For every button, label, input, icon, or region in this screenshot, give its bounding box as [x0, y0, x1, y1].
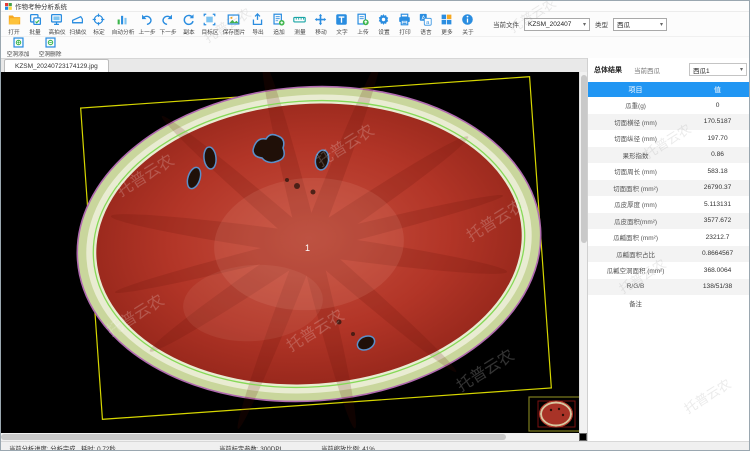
export-icon [251, 13, 264, 26]
more-icon [440, 13, 453, 26]
toolbar-button-cavity-delete[interactable]: 空洞删除 [37, 37, 63, 58]
toolbar-button-move[interactable]: 移动 [310, 13, 331, 36]
append-icon [272, 13, 285, 26]
result-row: 切面周长 (mm)583.18 [588, 163, 750, 180]
type-label: 类型 [595, 19, 608, 29]
toolbar-button-batch[interactable]: 批量 [25, 13, 46, 36]
horizontal-scrollbar[interactable] [1, 433, 579, 441]
results-table-header: 项目 值 [588, 82, 750, 97]
result-row: 瓜皮面积(mm²)3577.672 [588, 213, 750, 230]
toolbar-button-text[interactable]: 文字 [331, 13, 352, 36]
toolbar-button-prev-step[interactable]: 上一步 [136, 13, 157, 36]
redo-icon [161, 13, 174, 26]
language-icon: Aa [419, 13, 432, 26]
status-time: 耗时: 0.72秒 [81, 444, 116, 451]
toolbar-button-settings[interactable]: 设置 [373, 13, 394, 36]
result-row: 切面纵径 (mm)197.70 [588, 130, 750, 147]
chevron-down-icon: ▾ [660, 21, 663, 28]
main-toolbar: 打开批量高拍仪扫描仪标定自动分析上一步下一步副本目标区保存图片导出追加测量移动文… [1, 12, 750, 36]
result-row: 瓜皮厚度 (mm)5.113131 [588, 196, 750, 213]
scrollbar-corner [579, 433, 587, 441]
toolbar-button-about[interactable]: 关于 [457, 13, 478, 36]
panel-title: 总体结果 [594, 65, 622, 75]
melon-number-label: 1 [305, 243, 310, 253]
toolbar-button-append[interactable]: 追加 [268, 13, 289, 36]
result-row: 果形指数0.86 [588, 147, 750, 164]
main-toolbar-buttons: 打开批量高拍仪扫描仪标定自动分析上一步下一步副本目标区保存图片导出追加测量移动文… [4, 13, 478, 36]
results-panel-header: 总体结果 当前西瓜 西瓜1 ▾ [588, 62, 750, 78]
toolbar-button-export[interactable]: 导出 [247, 13, 268, 36]
horizontal-scrollbar-thumb[interactable] [1, 434, 506, 440]
toolbar-button-upload[interactable]: 上传 [352, 13, 373, 36]
title-bar: 作物考种分析系统 [1, 1, 750, 12]
toolbar-button-scanner[interactable]: 扫描仪 [67, 13, 88, 36]
results-table: 瓜重(g)0切面横径 (mm)170.5187切面纵径 (mm)197.70果形… [588, 97, 750, 312]
print-icon [398, 13, 411, 26]
toolbar-button-duplicate[interactable]: 副本 [178, 13, 199, 36]
result-row: R/G/B138/51/38 [588, 279, 750, 296]
doc-camera-icon [50, 13, 63, 26]
toolbar-button-more[interactable]: 更多 [436, 13, 457, 36]
status-progress: 当前分析进度: 分析完成 [9, 444, 75, 451]
result-row: 瓜瓤面积 (mm²)23212.7 [588, 229, 750, 246]
toolbar-button-cavity-add[interactable]: 空洞添加 [5, 37, 31, 58]
watermelon-analysis-view: 1 托普云农 托普云农 托普云农 托普云农 托普云农 托普云农 [1, 72, 579, 433]
text-icon [335, 13, 348, 26]
refresh-icon [182, 13, 195, 26]
image-canvas[interactable]: 1 托普云农 托普云农 托普云农 托普云农 托普云农 托普云农 [1, 72, 579, 433]
status-zoom: 当前缩放比例: 41% [321, 444, 375, 451]
toolbar-right-group: 当前文件 KZSM_202407 ▾ 类型 西瓜 ▾ [493, 12, 667, 36]
toolbar-button-print[interactable]: 打印 [394, 13, 415, 36]
tab-image-file[interactable]: KZSM_20240723174129.jpg [4, 59, 109, 73]
toolbar-button-measure[interactable]: 测量 [289, 13, 310, 36]
current-file-select[interactable]: KZSM_202407 ▾ [524, 18, 590, 31]
target-area-icon [203, 13, 216, 26]
folder-open-icon [8, 13, 21, 26]
toolbar-button-save-image[interactable]: 保存图片 [220, 13, 247, 36]
app-window: 作物考种分析系统 打开批量高拍仪扫描仪标定自动分析上一步下一步副本目标区保存图片… [0, 0, 750, 451]
toolbar-button-open[interactable]: 打开 [4, 13, 25, 36]
toolbar-button-target-area[interactable]: 目标区 [199, 13, 220, 36]
measure-icon [293, 13, 306, 26]
toolbar-button-calibration[interactable]: 标定 [88, 13, 109, 36]
batch-icon [29, 13, 42, 26]
toolbar-button-doc-camera[interactable]: 高拍仪 [46, 13, 67, 36]
result-row: 瓜瓤面积占比0.8664567 [588, 246, 750, 263]
upload-icon [356, 13, 369, 26]
cavity-delete-icon [45, 37, 56, 48]
scanner-icon [71, 13, 84, 26]
cavity-add-icon [13, 37, 24, 48]
chevron-down-icon: ▾ [740, 66, 743, 73]
current-file-label: 当前文件 [493, 19, 519, 29]
about-icon [461, 13, 474, 26]
result-row: 瓜瓤空洞面积 (mm²)368.0064 [588, 262, 750, 279]
app-icon [5, 3, 12, 10]
type-select[interactable]: 西瓜 ▾ [613, 18, 667, 31]
current-melon-select[interactable]: 西瓜1 ▾ [689, 63, 747, 76]
auto-analysis-icon [116, 13, 129, 26]
result-row: 切面面积 (mm²)26790.37 [588, 180, 750, 197]
chevron-down-icon: ▾ [583, 21, 586, 28]
save-image-icon [227, 13, 240, 26]
minimap[interactable] [529, 397, 579, 431]
window-title: 作物考种分析系统 [15, 1, 67, 11]
status-calibration: 当前标定参数: 300DPI [219, 444, 281, 451]
move-icon [314, 13, 327, 26]
current-melon-label: 当前西瓜 [634, 65, 660, 75]
calibration-icon [92, 13, 105, 26]
settings-icon [377, 13, 390, 26]
result-row: 切面横径 (mm)170.5187 [588, 114, 750, 131]
secondary-toolbar: 空洞添加空洞删除 [1, 36, 750, 58]
vertical-scrollbar[interactable] [579, 72, 587, 433]
toolbar-button-auto-analysis[interactable]: 自动分析 [109, 13, 136, 36]
result-row: 瓜重(g)0 [588, 97, 750, 114]
status-bar: 当前分析进度: 分析完成 耗时: 0.72秒 当前标定参数: 300DPI 当前… [1, 441, 750, 451]
undo-icon [140, 13, 153, 26]
result-row: 备注 [588, 295, 750, 312]
results-panel: 总体结果 当前西瓜 西瓜1 ▾ 项目 值 瓜重(g)0切面横径 (mm)170.… [587, 58, 750, 441]
toolbar-button-language[interactable]: Aa语言 [415, 13, 436, 36]
toolbar-button-next-step[interactable]: 下一步 [157, 13, 178, 36]
